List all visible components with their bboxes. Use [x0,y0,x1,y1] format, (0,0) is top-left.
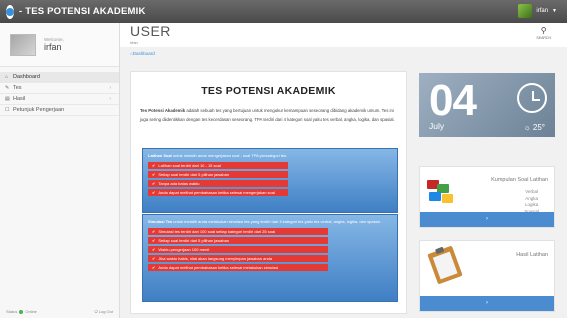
check-icon: ✔ [152,256,156,261]
check-icon: ✔ [152,265,156,270]
rule-item: ✔ Simulasi tes terdiri dari 100 soal seti… [148,228,328,235]
chevron-down-icon: ▼ [552,8,557,14]
chevron-right-icon: › [109,96,111,102]
sidebar: Welcome, irfan ⌂ Dashboard ✎ Tes › ▤ Has… [0,23,120,318]
page-subtitle: irfan [130,40,138,45]
temperature: 25° [532,123,545,132]
page-header: USER irfan ⚲ SEARCH [120,23,567,47]
user-menu[interactable]: irfan ▼ [518,4,557,18]
latihan-bold: Latihan Soal [148,153,172,158]
simulasi-text: untuk melatih anda melakukan simulasi te… [172,219,381,224]
search-icon: ⚲ [540,26,547,35]
chart-icon: ▤ [5,96,10,102]
sidebar-item-hasil[interactable]: ▤ Hasil › [0,94,119,105]
rule-item: ✔ Tanpa ada batas waktu [148,180,288,187]
card-intro: Tes Potensi Akademik adalah sebuah tes y… [140,107,398,124]
sidebar-item-tes[interactable]: ✎ Tes › [0,83,119,94]
chevron-right-icon: › [109,85,111,91]
list-item[interactable]: Logika [524,202,539,209]
latihan-text: untuk melatih anda mengerjakan soal - so… [171,153,288,158]
rule-text: Waktu pengerjaan 100 menit [158,247,210,252]
sidebar-item-dashboard[interactable]: ⌂ Dashboard [0,72,119,83]
profile-picture [10,33,36,56]
rule-item: ✔ Latihan soal terdiri dari 10 - 15 soal [148,162,288,169]
latihan-info-box: Latihan Soal untuk melatih anda mengerja… [142,148,398,213]
app-title: - TES POTENSI AKADEMIK [19,6,146,17]
sidebar-item-label: Petunjuk Pengerjaan [13,107,65,113]
app-logo-icon [6,4,14,19]
sidebar-item-label: Tes [13,85,22,91]
list-item[interactable]: Verbal [524,189,539,196]
simulasi-desc: Simulasi Tes untuk melatih anda melakuka… [148,218,394,226]
rule-text: Tanpa ada batas waktu [158,181,200,186]
hasil-title: Hasil Latihan [516,252,548,258]
search-button[interactable]: ⚲ SEARCH [536,26,551,40]
clipboard-icon [427,245,463,285]
profile-name: irfan [44,42,62,52]
kumpulan-soal-card[interactable]: Kumpulan Soal Latihan Verbal Angka Logik… [419,166,555,228]
brand[interactable]: - TES POTENSI AKADEMIK [0,0,145,23]
rule-text: Anda dapat melihat pembahasan ketika sel… [158,190,275,195]
rule-text: Jika waktu habis, nilai akan langsung me… [158,256,272,261]
check-icon: ✔ [152,163,156,168]
hasil-more-button[interactable]: › [420,296,554,311]
intro-bold: Tes Potensi Akademik [140,108,186,113]
status-dot-icon [19,309,24,314]
check-icon: ✔ [152,172,156,177]
rule-item: ✔ Anda dapat melihat pembahasan ketika se… [148,189,288,196]
sidebar-item-label: Hasil [13,96,26,102]
logout-label: Log Out [98,309,113,314]
rule-text: Simulasi tes terdiri dari 100 soal setia… [158,229,276,234]
search-label: SEARCH [536,36,551,40]
status-value: Online [25,309,37,314]
kumpulan-more-button[interactable]: › [420,212,554,227]
sun-icon: ☼ [523,123,531,132]
date-day: 04 [429,76,477,125]
rule-text: Setiap soal terdiri dari 5 pilihan jawab… [158,172,230,177]
breadcrumb: ⌂Dashboard [120,51,567,61]
rule-item: ✔ Jika waktu habis, nilai akan langsung m… [148,255,328,262]
check-icon: ✔ [152,190,156,195]
sidebar-item-label: Dashboard [13,74,40,80]
status-label: Status [6,309,18,314]
status-indicator: Status Online [6,309,37,314]
rule-item: ✔ Anda dapat melihat pembahasan ketika se… [148,264,328,271]
check-icon: ✔ [152,238,156,243]
sidebar-item-petunjuk[interactable]: ☐ Petunjuk Pengerjaan [0,105,119,116]
main-card: TES POTENSI AKADEMIK Tes Potensi Akademi… [130,71,407,314]
hasil-latihan-card[interactable]: Hasil Latihan › [419,240,555,312]
book-icon: ☐ [5,107,10,113]
date-widget: 04 July ☼ 25° [419,73,555,137]
rule-item: ✔ Setiap soal terdiri dari 5 pilihan jawa… [148,171,288,178]
check-icon: ✔ [152,247,156,252]
clock-icon [517,83,547,113]
rule-text: Latihan soal terdiri dari 10 - 15 soal [158,163,221,168]
latihan-desc: Latihan Soal untuk melatih anda mengerja… [148,152,394,160]
top-navbar: - TES POTENSI AKADEMIK irfan ▼ [0,0,567,23]
books-icon [427,180,457,206]
simulasi-bold: Simulasi Tes [148,219,173,224]
simulasi-info-box: Simulasi Tes untuk melatih anda melakuka… [142,214,398,302]
weather: ☼ 25° [524,123,545,132]
rule-item: ✔ Setiap soal terdiri dari 5 pilihan jawa… [148,237,328,244]
logout-link[interactable]: ⏻ Log Out [94,309,113,314]
page-title: USER [130,23,171,39]
rule-text: Setiap soal terdiri dari 5 pilihan jawab… [158,238,230,243]
check-icon: ✔ [152,181,156,186]
breadcrumb-link[interactable]: Dashboard [133,51,155,56]
sidebar-footer: Status Online ⏻ Log Out [6,309,113,314]
card-title: TES POTENSI AKADEMIK [201,85,336,97]
kumpulan-title: Kumpulan Soal Latihan [491,177,548,183]
edit-icon: ✎ [5,85,10,91]
date-month: July [429,121,445,131]
avatar [518,4,533,18]
profile-panel: Welcome, irfan [0,23,119,67]
rule-text: Anda dapat melihat pembahasan ketika sel… [158,265,279,270]
home-icon: ⌂ [5,74,9,80]
rule-item: ✔ Waktu pengerjaan 100 menit [148,246,328,253]
check-icon: ✔ [152,229,156,234]
username: irfan [536,8,549,14]
